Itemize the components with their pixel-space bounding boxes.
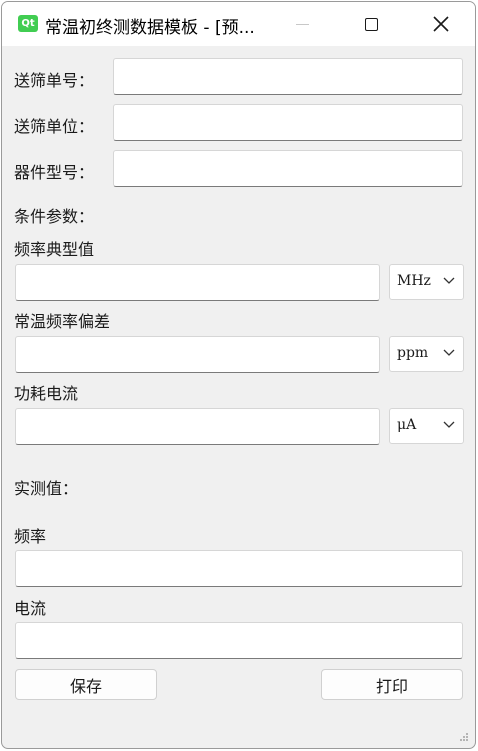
measured-label: 实测值： [14, 479, 79, 498]
freq-dev-label: 常温频率偏差 [14, 312, 111, 331]
freq-typical-unit-select[interactable]: MHz [389, 264, 464, 300]
app-icon: Qt [18, 15, 38, 32]
current-unit-value: μA [397, 417, 417, 433]
freq-typical-unit-value: MHz [397, 273, 431, 289]
close-icon [433, 16, 449, 32]
batch-no-input[interactable] [113, 58, 463, 95]
model-label: 器件型号： [14, 163, 95, 182]
current-input[interactable] [15, 408, 380, 445]
title-bar[interactable]: Qt 常温初终测数据模板 - [预... [2, 2, 475, 46]
window-title: 常温初终测数据模板 - [预... [45, 18, 255, 38]
app-window: Qt 常温初终测数据模板 - [预... 送筛单号： 送筛单位： 器件型号： 条… [1, 1, 476, 749]
measured-freq-label: 频率 [14, 527, 47, 546]
measured-current-input[interactable] [15, 622, 463, 659]
resize-grip-icon[interactable] [459, 732, 469, 742]
print-button[interactable]: 打印 [321, 669, 463, 700]
freq-dev-input[interactable] [15, 336, 380, 373]
minimize-icon [295, 23, 309, 25]
freq-typical-input[interactable] [15, 264, 380, 301]
maximize-button[interactable] [348, 2, 394, 46]
conditions-label: 条件参数： [14, 207, 95, 226]
current-label: 功耗电流 [14, 384, 79, 403]
freq-typical-label: 频率典型值 [14, 240, 95, 259]
unit-label: 送筛单位： [14, 117, 95, 136]
chevron-down-icon [443, 349, 455, 356]
freq-dev-unit-value: ppm [397, 345, 429, 361]
minimize-button[interactable] [279, 2, 325, 46]
save-button[interactable]: 保存 [15, 669, 157, 700]
model-input[interactable] [113, 150, 463, 187]
freq-dev-unit-select[interactable]: ppm [389, 336, 464, 372]
unit-input[interactable] [113, 104, 463, 141]
maximize-icon [364, 17, 378, 31]
close-button[interactable] [418, 2, 464, 46]
measured-current-label: 电流 [14, 599, 47, 618]
batch-no-label: 送筛单号： [14, 71, 95, 90]
chevron-down-icon [443, 421, 455, 428]
current-unit-select[interactable]: μA [389, 408, 464, 444]
measured-freq-input[interactable] [15, 550, 463, 587]
chevron-down-icon [443, 277, 455, 284]
